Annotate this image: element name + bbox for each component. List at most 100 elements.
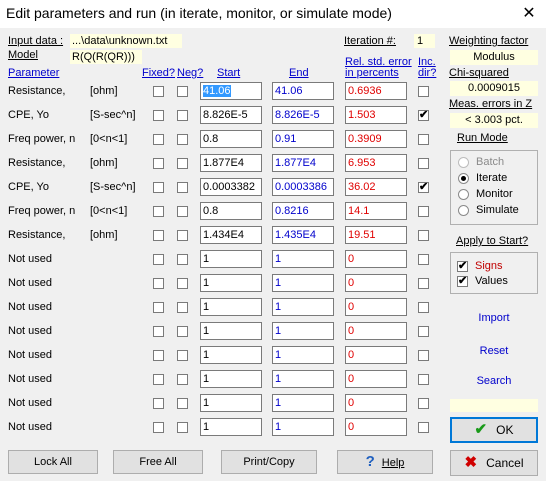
inc-dir-checkbox[interactable] bbox=[418, 326, 429, 337]
fixed-checkbox[interactable] bbox=[153, 158, 164, 169]
fixed-checkbox[interactable] bbox=[153, 182, 164, 193]
neg-checkbox[interactable] bbox=[177, 398, 188, 409]
neg-checkbox[interactable] bbox=[177, 374, 188, 385]
inc-dir-checkbox[interactable] bbox=[418, 206, 429, 217]
fixed-checkbox[interactable] bbox=[153, 350, 164, 361]
inc-dir-checkbox[interactable] bbox=[418, 350, 429, 361]
inc-dir-checkbox[interactable] bbox=[418, 108, 429, 121]
inc-dir-checkbox[interactable] bbox=[418, 374, 429, 385]
window-title: Edit parameters and run (in iterate, mon… bbox=[6, 5, 392, 21]
lock-all-button[interactable]: Lock All bbox=[8, 450, 98, 474]
start-value: 1 bbox=[203, 301, 210, 313]
neg-checkbox[interactable] bbox=[177, 158, 188, 169]
neg-checkbox[interactable] bbox=[177, 326, 188, 337]
start-input[interactable]: 1 bbox=[200, 250, 262, 268]
inc-dir-checkbox[interactable] bbox=[418, 398, 429, 409]
values-label: Values bbox=[475, 275, 508, 287]
cancel-button[interactable]: ✖ Cancel bbox=[450, 450, 538, 476]
fixed-checkbox[interactable] bbox=[153, 278, 164, 289]
signs-checkbox[interactable] bbox=[457, 259, 468, 272]
fixed-checkbox[interactable] bbox=[153, 230, 164, 241]
fixed-checkbox[interactable] bbox=[153, 86, 164, 97]
inc-dir-checkbox[interactable] bbox=[418, 278, 429, 289]
inc-dir-checkbox[interactable] bbox=[418, 180, 429, 193]
start-input[interactable]: 8.826E-5 bbox=[200, 106, 262, 124]
neg-checkbox[interactable] bbox=[177, 206, 188, 217]
inc-dir-checkbox[interactable] bbox=[418, 254, 429, 265]
neg-checkbox[interactable] bbox=[177, 110, 188, 121]
print-copy-button[interactable]: Print/Copy bbox=[221, 450, 317, 474]
fixed-checkbox[interactable] bbox=[153, 398, 164, 409]
end-value: 1 bbox=[272, 346, 334, 364]
fixed-checkbox[interactable] bbox=[153, 110, 164, 121]
start-input[interactable]: 1 bbox=[200, 298, 262, 316]
start-value: 1 bbox=[203, 421, 210, 433]
start-input[interactable]: 41.06 bbox=[200, 82, 262, 100]
start-input[interactable]: 1 bbox=[200, 418, 262, 436]
run-mode-label-simulate: Simulate bbox=[476, 204, 519, 216]
inc-dir-checkbox[interactable] bbox=[418, 86, 429, 97]
close-icon[interactable]: ✕ bbox=[519, 3, 539, 23]
start-value: 1 bbox=[203, 349, 210, 361]
rel-error-value: 0 bbox=[345, 274, 407, 292]
start-input[interactable]: 1.877E4 bbox=[200, 154, 262, 172]
param-unit: [S-sec^n] bbox=[90, 109, 136, 121]
fixed-checkbox[interactable] bbox=[153, 302, 164, 313]
neg-checkbox[interactable] bbox=[177, 254, 188, 265]
start-input[interactable]: 0.8 bbox=[200, 202, 262, 220]
start-input[interactable]: 0.0003382 bbox=[200, 178, 262, 196]
run-mode-label: Run Mode bbox=[457, 132, 508, 144]
inc-dir-checkbox[interactable] bbox=[418, 230, 429, 241]
run-mode-radio-monitor[interactable] bbox=[458, 189, 469, 200]
start-input[interactable]: 1 bbox=[200, 274, 262, 292]
param-name: Not used bbox=[8, 373, 53, 385]
free-all-button[interactable]: Free All bbox=[113, 450, 203, 474]
neg-checkbox[interactable] bbox=[177, 182, 188, 193]
start-input[interactable]: 0.8 bbox=[200, 130, 262, 148]
weighting-label: Weighting factor bbox=[449, 35, 529, 47]
fixed-checkbox[interactable] bbox=[153, 206, 164, 217]
neg-checkbox[interactable] bbox=[177, 134, 188, 145]
inc-dir-checkbox[interactable] bbox=[418, 134, 429, 145]
ok-button[interactable]: ✔ OK bbox=[450, 417, 538, 443]
run-mode-radio-simulate[interactable] bbox=[458, 205, 469, 216]
end-value: 1 bbox=[272, 274, 334, 292]
col-fixed[interactable]: Fixed? bbox=[142, 67, 175, 79]
start-input[interactable]: 1 bbox=[200, 370, 262, 388]
fixed-checkbox[interactable] bbox=[153, 374, 164, 385]
inc-dir-checkbox[interactable] bbox=[418, 158, 429, 169]
start-value: 1.877E4 bbox=[203, 157, 244, 169]
start-input[interactable]: 1.434E4 bbox=[200, 226, 262, 244]
param-name: Freq power, n bbox=[8, 133, 76, 145]
fixed-checkbox[interactable] bbox=[153, 422, 164, 433]
fixed-checkbox[interactable] bbox=[153, 134, 164, 145]
param-name: Not used bbox=[8, 253, 53, 265]
search-button[interactable]: Search bbox=[450, 370, 538, 394]
neg-checkbox[interactable] bbox=[177, 302, 188, 313]
end-value: 0.8216 bbox=[272, 202, 334, 220]
param-name: Not used bbox=[8, 301, 53, 313]
run-mode-radio-iterate[interactable] bbox=[458, 173, 469, 184]
end-value: 1.435E4 bbox=[272, 226, 334, 244]
import-button[interactable]: Import bbox=[450, 307, 538, 331]
start-input[interactable]: 1 bbox=[200, 322, 262, 340]
reset-button[interactable]: Reset bbox=[450, 340, 538, 364]
neg-checkbox[interactable] bbox=[177, 278, 188, 289]
help-button[interactable]: ? Help bbox=[337, 450, 433, 474]
neg-checkbox[interactable] bbox=[177, 230, 188, 241]
param-unit: [0<n<1] bbox=[90, 133, 128, 145]
start-input[interactable]: 1 bbox=[200, 394, 262, 412]
fixed-checkbox[interactable] bbox=[153, 254, 164, 265]
param-name: CPE, Yo bbox=[8, 181, 49, 193]
neg-checkbox[interactable] bbox=[177, 350, 188, 361]
start-value: 1 bbox=[203, 277, 210, 289]
start-input[interactable]: 1 bbox=[200, 346, 262, 364]
apply-to-start-label: Apply to Start? bbox=[456, 235, 529, 247]
fixed-checkbox[interactable] bbox=[153, 326, 164, 337]
col-neg[interactable]: Neg? bbox=[177, 67, 203, 79]
inc-dir-checkbox[interactable] bbox=[418, 302, 429, 313]
inc-dir-checkbox[interactable] bbox=[418, 422, 429, 433]
values-checkbox[interactable] bbox=[457, 274, 468, 287]
neg-checkbox[interactable] bbox=[177, 422, 188, 433]
neg-checkbox[interactable] bbox=[177, 86, 188, 97]
